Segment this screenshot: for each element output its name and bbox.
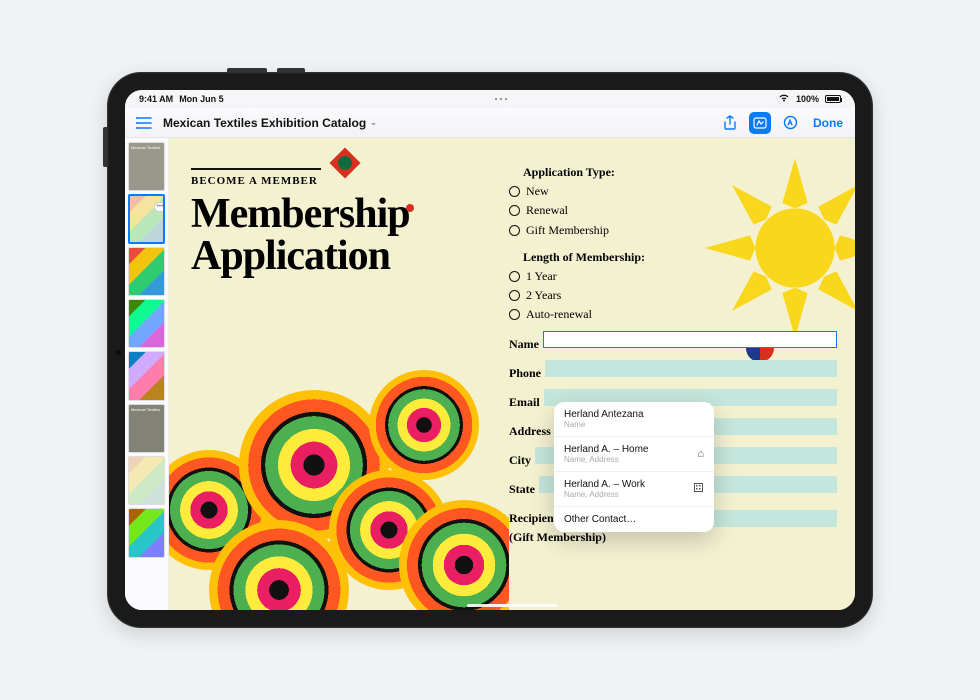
sidebar-toggle-icon[interactable] bbox=[133, 112, 155, 134]
app-type-heading: Application Type: bbox=[509, 163, 837, 182]
ipad-device-frame: 9:41 AM Mon Jun 5 100% Mexican Textiles … bbox=[107, 72, 873, 628]
thumb-page-7[interactable] bbox=[128, 456, 165, 505]
radio-gift[interactable]: Gift Membership bbox=[509, 221, 837, 240]
toolbar: Mexican Textiles Exhibition Catalog ⌄ Do… bbox=[125, 108, 855, 138]
label-city: City bbox=[509, 451, 531, 470]
autofill-item-1[interactable]: Herland AntezanaName bbox=[554, 402, 714, 437]
status-time: 9:41 AM bbox=[139, 94, 173, 104]
autofill-other-contact[interactable]: Other Contact… bbox=[554, 507, 714, 532]
phone-input[interactable] bbox=[545, 360, 837, 377]
status-bar: 9:41 AM Mon Jun 5 100% bbox=[125, 90, 855, 108]
done-button[interactable]: Done bbox=[809, 116, 847, 130]
share-icon[interactable] bbox=[719, 112, 741, 134]
radio-2years[interactable]: 2 Years bbox=[509, 286, 837, 305]
label-address: Address bbox=[509, 422, 551, 441]
page-heading: Membership Application bbox=[191, 193, 491, 277]
thumb-page-3[interactable] bbox=[128, 247, 165, 296]
wifi-icon bbox=[778, 93, 790, 105]
thumb-page-5[interactable] bbox=[128, 351, 165, 400]
label-name: Name bbox=[509, 335, 539, 354]
battery-icon bbox=[825, 95, 841, 103]
thumb-page-2[interactable]: ••• bbox=[128, 194, 165, 243]
label-phone: Phone bbox=[509, 364, 541, 383]
multitask-dots-icon[interactable] bbox=[495, 98, 507, 100]
thumb-page-8[interactable] bbox=[128, 508, 165, 557]
radio-renewal[interactable]: Renewal bbox=[509, 201, 837, 220]
label-state: State bbox=[509, 480, 535, 499]
radio-1year[interactable]: 1 Year bbox=[509, 267, 837, 286]
kicker-text: BECOME A MEMBER bbox=[191, 175, 491, 187]
markup-icon[interactable] bbox=[749, 112, 771, 134]
chevron-down-icon: ⌄ bbox=[370, 118, 377, 127]
document-title[interactable]: Mexican Textiles Exhibition Catalog ⌄ bbox=[163, 116, 377, 130]
document-page: BECOME A MEMBER Membership Application A… bbox=[169, 138, 855, 610]
autofill-item-3[interactable]: Herland A. – WorkName, Address bbox=[554, 472, 714, 507]
name-input[interactable] bbox=[543, 331, 837, 348]
textile-art-graphic bbox=[169, 330, 509, 610]
thumb-page-6[interactable] bbox=[128, 404, 165, 453]
home-icon: ⌂ bbox=[697, 448, 704, 460]
autofill-popup: Herland AntezanaName Herland A. – HomeNa… bbox=[554, 402, 714, 532]
label-email: Email bbox=[509, 393, 540, 412]
building-icon bbox=[693, 482, 704, 496]
page-thumbnails[interactable]: ••• bbox=[125, 138, 169, 610]
comment-bubble-icon[interactable]: ••• bbox=[154, 202, 165, 212]
home-indicator[interactable] bbox=[467, 604, 557, 607]
radio-new[interactable]: New bbox=[509, 182, 837, 201]
radio-auto[interactable]: Auto-renewal bbox=[509, 305, 837, 324]
screen: 9:41 AM Mon Jun 5 100% Mexican Textiles … bbox=[125, 90, 855, 610]
length-heading: Length of Membership: bbox=[509, 248, 837, 267]
thumb-page-1[interactable] bbox=[128, 142, 165, 191]
annotation-icon[interactable] bbox=[779, 112, 801, 134]
autofill-item-2[interactable]: Herland A. – HomeName, Address ⌂ bbox=[554, 437, 714, 472]
battery-percent: 100% bbox=[796, 94, 819, 104]
status-date: Mon Jun 5 bbox=[179, 94, 224, 104]
thumb-page-4[interactable] bbox=[128, 299, 165, 348]
